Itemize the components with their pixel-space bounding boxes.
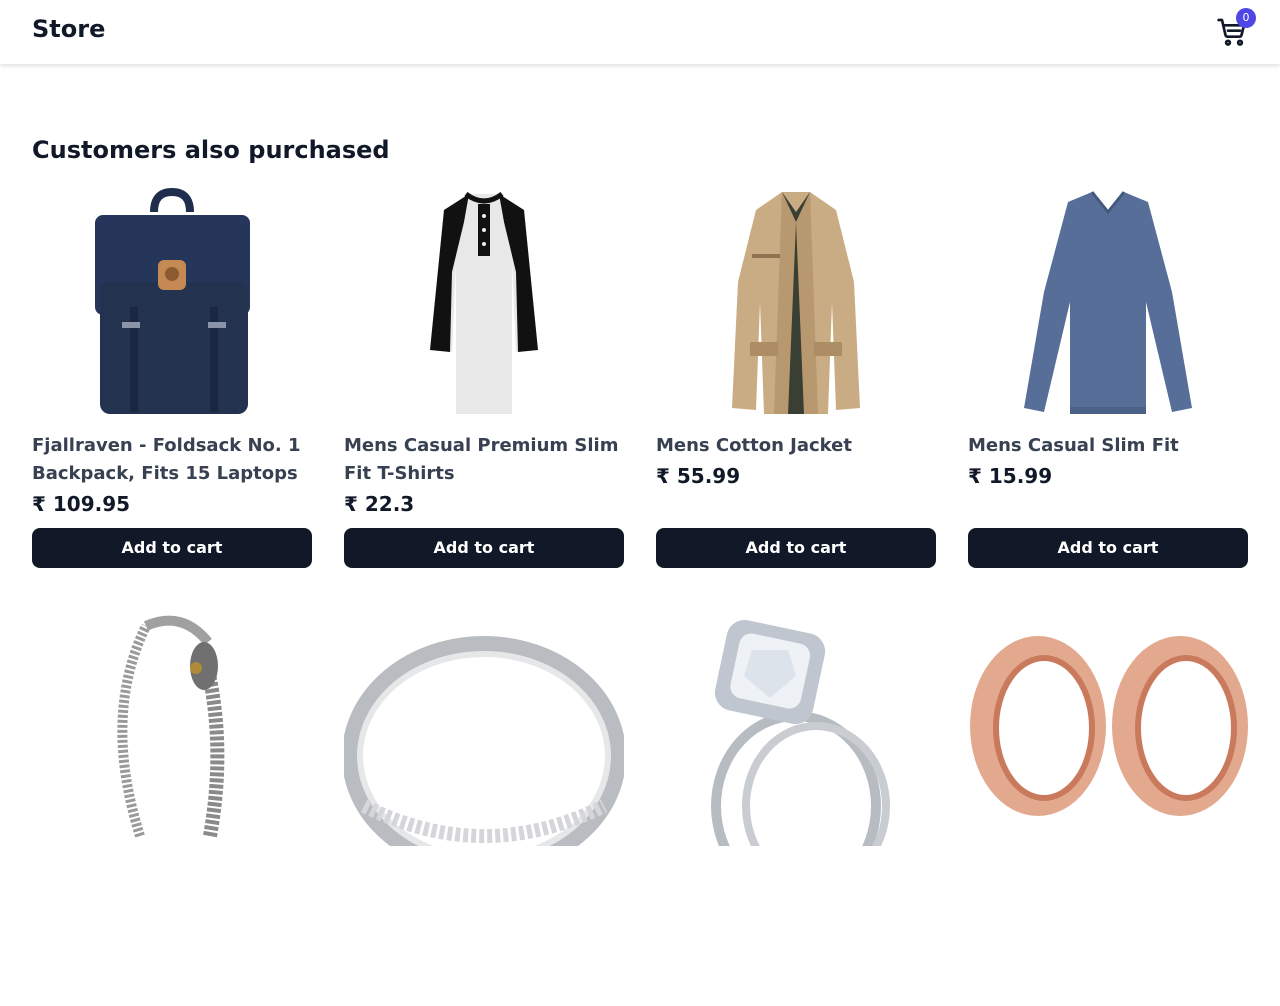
- product-image[interactable]: [32, 606, 312, 846]
- product-title[interactable]: Fjallraven - Foldsack No. 1 Backpack, Fi…: [32, 432, 312, 488]
- product-title[interactable]: Mens Casual Premium Slim Fit T-Shirts: [344, 432, 624, 488]
- product-card: Mens Casual Slim Fit ₹ 15.99 Add to cart: [968, 182, 1248, 582]
- add-to-cart-button[interactable]: Add to cart: [344, 528, 624, 568]
- jacket-image: [732, 192, 860, 414]
- product-image[interactable]: [344, 606, 624, 846]
- cart-count-badge: 0: [1236, 8, 1256, 28]
- tshirt-image: [430, 191, 538, 414]
- backpack-image: [95, 187, 250, 414]
- product-title[interactable]: Mens Casual Slim Fit: [968, 432, 1248, 460]
- product-image[interactable]: [32, 182, 312, 422]
- product-card: [32, 606, 312, 1006]
- add-to-cart-button[interactable]: Add to cart: [968, 528, 1248, 568]
- product-card: Mens Casual Premium Slim Fit T-Shirts ₹ …: [344, 182, 624, 582]
- product-image[interactable]: [344, 182, 624, 422]
- product-card: [344, 606, 624, 1006]
- add-to-cart-button[interactable]: Add to cart: [32, 528, 312, 568]
- product-image[interactable]: [968, 182, 1248, 422]
- product-price: ₹ 15.99: [968, 464, 1053, 488]
- product-card: [968, 606, 1248, 1006]
- product-card: [656, 606, 936, 1006]
- product-image[interactable]: [968, 606, 1248, 846]
- product-grid: Fjallraven - Foldsack No. 1 Backpack, Fi…: [32, 182, 1248, 1006]
- product-card: Mens Cotton Jacket ₹ 55.99 Add to cart: [656, 182, 936, 582]
- top-navbar: Store 0: [0, 0, 1280, 64]
- long-sleeve-shirt-image: [1024, 191, 1192, 414]
- product-price: ₹ 55.99: [656, 464, 741, 488]
- product-price: ₹ 22.3: [344, 492, 415, 516]
- product-image[interactable]: [656, 182, 936, 422]
- bracelet-image: [117, 615, 225, 838]
- section-title: Customers also purchased: [32, 136, 390, 164]
- product-price: ₹ 109.95: [32, 492, 131, 516]
- add-to-cart-button[interactable]: Add to cart: [656, 528, 936, 568]
- diamond-ring-image: [711, 619, 890, 846]
- product-card: Fjallraven - Foldsack No. 1 Backpack, Fi…: [32, 182, 312, 582]
- product-title[interactable]: Mens Cotton Jacket: [656, 432, 936, 460]
- store-logo[interactable]: Store: [32, 15, 105, 43]
- product-image[interactable]: [656, 606, 936, 846]
- tunnel-plugs-image: [970, 636, 1248, 816]
- silver-ring-image: [344, 636, 624, 846]
